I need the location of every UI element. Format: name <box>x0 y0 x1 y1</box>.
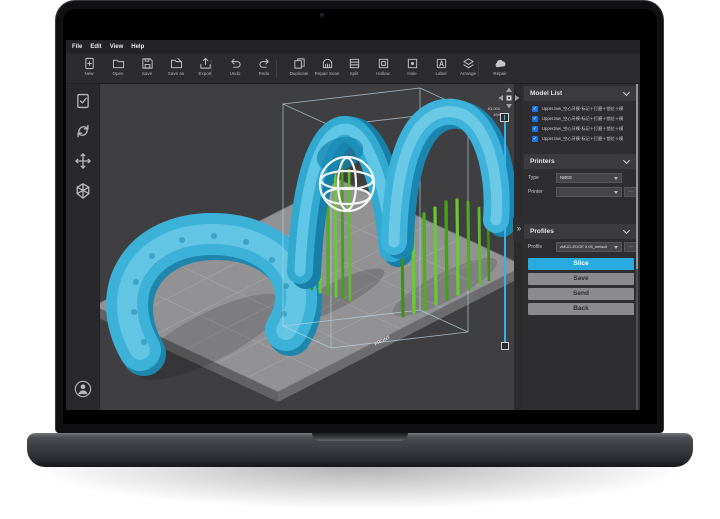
model-item-label: UpperJaw_空心牙模-标记＋打磨＋锁位＋模 <box>542 106 632 112</box>
label-icon <box>435 57 448 70</box>
chevron-down-icon <box>623 227 630 234</box>
model-checkbox[interactable]: ✓ <box>532 136 538 142</box>
dropdown-caret-icon <box>614 177 618 180</box>
profile-select[interactable]: zMUD-EDGE 0.05_default <box>556 242 622 252</box>
model-item-label: UpperJaw_空心牙模-标记＋打磨＋锁位＋模 <box>542 136 632 142</box>
menu-help[interactable]: Help <box>131 44 144 50</box>
slider-values: 83.000 490 <box>474 106 500 118</box>
height-slider-top-handle[interactable] <box>500 113 509 122</box>
left-tool-strip <box>66 84 100 410</box>
printer-label: Printer <box>528 189 543 195</box>
split-button[interactable]: Split <box>339 57 369 82</box>
model-checkbox[interactable]: ✓ <box>532 116 538 122</box>
right-panel: Model List ✓ UpperJaw_空心牙模-标记＋打磨＋锁位＋模 ✓ … <box>522 84 640 410</box>
redo-icon <box>258 57 271 70</box>
dropdown-caret-icon <box>614 246 618 249</box>
model-checkbox[interactable]: ✓ <box>532 106 538 112</box>
toolbar-separator <box>276 60 277 77</box>
save-button[interactable]: Save <box>132 57 162 82</box>
hole-button[interactable]: Hole <box>397 57 427 82</box>
hollow-button[interactable]: Hollow <box>368 57 398 82</box>
repair-scan-button[interactable]: Repair Scan <box>312 57 342 82</box>
select-model-icon <box>74 92 92 110</box>
printer-type-label: Type <box>528 175 539 181</box>
height-slider-bottom-handle[interactable] <box>501 342 509 350</box>
chevron-down-icon <box>623 89 630 96</box>
undo-icon <box>229 57 242 70</box>
printer-select[interactable] <box>556 187 622 197</box>
user-avatar[interactable] <box>74 380 92 398</box>
save-as-button[interactable]: Save as <box>161 57 191 82</box>
menu-edit[interactable]: Edit <box>90 44 101 50</box>
duplicate-icon <box>293 57 306 70</box>
slicer-app-window: File Edit View Help New Open Save <box>66 40 640 410</box>
move-icon <box>74 152 92 170</box>
select-model-tool[interactable] <box>74 92 92 110</box>
menu-view[interactable]: View <box>110 44 124 50</box>
rotate-tool[interactable] <box>74 122 92 140</box>
model-list-item[interactable]: ✓ UpperJaw_空心牙模-标记＋打磨＋锁位＋模 <box>524 124 636 134</box>
model-list-item[interactable]: ✓ UpperJaw_空心牙模-标记＋打磨＋锁位＋模 <box>524 104 636 114</box>
redo-button[interactable]: Redo <box>249 57 279 82</box>
hole-icon <box>406 57 419 70</box>
back-button[interactable]: Back <box>528 303 634 315</box>
panel-scrollbar-thumb[interactable] <box>636 84 638 269</box>
height-slider-track[interactable] <box>504 122 506 342</box>
repair-icon <box>494 57 507 70</box>
repair-scan-icon <box>321 57 334 70</box>
new-button[interactable]: New <box>74 57 104 82</box>
send-button[interactable]: Send <box>528 288 634 300</box>
save-action-button[interactable]: Save <box>528 273 634 285</box>
arrange-icon <box>462 57 475 70</box>
menu-bar: File Edit View Help <box>66 40 640 54</box>
export-button[interactable]: Export <box>190 57 220 82</box>
laptop-mockup: File Edit View Help New Open Save <box>0 0 720 519</box>
mesh-transform-tool[interactable] <box>74 182 92 200</box>
model-item-label: UpperJaw_空心牙模-标记＋打磨＋锁位＋模 <box>542 116 632 122</box>
webcam-icon <box>319 12 325 18</box>
save-icon <box>141 57 154 70</box>
model-item-label: UpperJaw_空心牙模-标记＋打磨＋锁位＋模 <box>542 126 632 132</box>
user-avatar-icon <box>74 380 92 398</box>
open-button[interactable]: Open <box>103 57 133 82</box>
slice-button[interactable]: Slice <box>528 258 634 270</box>
profiles-header[interactable]: Profiles <box>524 224 636 239</box>
save-as-icon <box>170 57 183 70</box>
menu-file[interactable]: File <box>72 44 82 50</box>
printers-header[interactable]: Printers <box>524 154 636 169</box>
printer-type-select[interactable]: NBEE <box>556 173 622 183</box>
view-dpad-control[interactable] <box>497 86 521 110</box>
model-list-header[interactable]: Model List <box>524 86 636 101</box>
duplicate-button[interactable]: Duplicate <box>284 57 314 82</box>
export-icon <box>199 57 212 70</box>
model-list-item[interactable]: ✓ UpperJaw_空心牙模-标记＋打磨＋锁位＋模 <box>524 134 636 144</box>
panel-scrollbar[interactable] <box>636 84 638 410</box>
main-toolbar: New Open Save Save as Export Undo <box>66 54 640 84</box>
move-tool[interactable] <box>74 152 92 170</box>
toolbar-separator <box>211 60 212 77</box>
undo-button[interactable]: Undo <box>220 57 250 82</box>
model-checkbox[interactable]: ✓ <box>532 126 538 132</box>
new-file-icon <box>83 57 96 70</box>
panel-collapse-icon: » <box>517 224 521 233</box>
viewport-3d-scene[interactable]: FRONT <box>100 84 514 410</box>
split-icon <box>348 57 361 70</box>
rotate-icon <box>74 122 92 140</box>
laptop-lid-notch <box>312 433 408 441</box>
chevron-down-icon <box>623 157 630 164</box>
dropdown-caret-icon <box>614 191 618 194</box>
hollow-icon <box>377 57 390 70</box>
open-folder-icon <box>112 57 125 70</box>
slider-value-bottom: 490 <box>474 112 500 118</box>
laptop-screen: File Edit View Help New Open Save <box>63 9 657 424</box>
repair-button[interactable]: Repair <box>485 57 515 82</box>
label-button[interactable]: Label <box>426 57 456 82</box>
toolbar-separator <box>478 60 479 77</box>
mesh-transform-icon <box>74 182 92 200</box>
model-list-item[interactable]: ✓ UpperJaw_空心牙模-标记＋打磨＋锁位＋模 <box>524 114 636 124</box>
profile-label: Profile <box>528 244 542 250</box>
